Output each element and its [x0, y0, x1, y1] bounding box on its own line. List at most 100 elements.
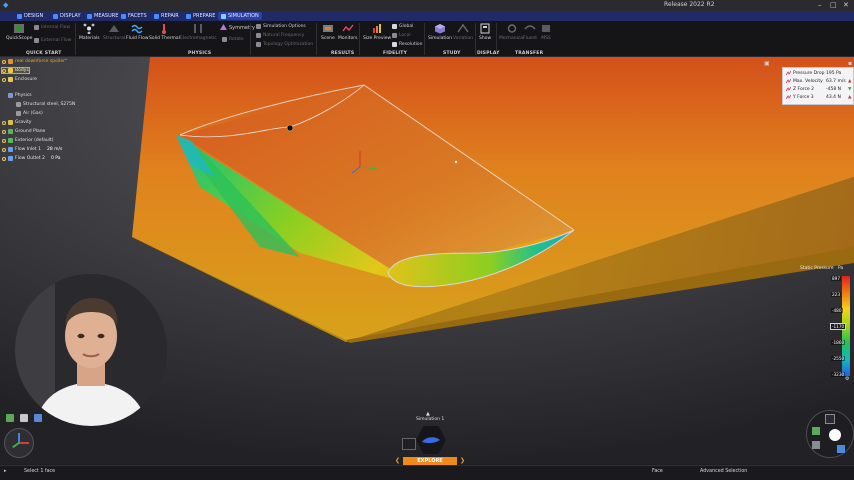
- next-mode-arrow[interactable]: ❯: [460, 457, 465, 465]
- tree-root[interactable]: real downforce spoiler*: [2, 59, 67, 64]
- legend-tick: -480: [831, 308, 843, 313]
- variation-button[interactable]: Variation: [453, 23, 473, 41]
- screenshot-icon[interactable]: ▣: [764, 60, 770, 67]
- tree-item-gravity[interactable]: Gravity: [2, 120, 31, 125]
- tree-item-physics[interactable]: Physics: [8, 93, 32, 98]
- trend-up-icon: ▲: [848, 95, 852, 100]
- visibility-icon[interactable]: [2, 156, 6, 161]
- tab-repair[interactable]: REPAIR: [151, 12, 182, 20]
- mechanical-button[interactable]: Mechanical: [499, 23, 524, 41]
- previous-mode-arrow[interactable]: ❮: [395, 457, 400, 465]
- mechanical-label: Mechanical: [499, 36, 525, 41]
- local-button[interactable]: Local: [392, 33, 411, 38]
- tab-design[interactable]: DESIGN: [14, 12, 46, 20]
- ribbon-separator: [316, 23, 317, 55]
- selection-filter[interactable]: Face: [652, 469, 663, 474]
- show-button[interactable]: Show: [479, 23, 491, 41]
- zoom-fit-icon[interactable]: [20, 414, 28, 422]
- materials-button[interactable]: Materials: [79, 23, 100, 41]
- monitor-row[interactable]: Max. Velocity 63.7 m/s ▲: [786, 79, 851, 84]
- simulation-name: Simulation 1: [416, 417, 445, 422]
- fluid-flow-button[interactable]: Fluid Flow: [126, 23, 149, 41]
- local-icon: [392, 33, 397, 38]
- zoom-icon[interactable]: [812, 441, 820, 449]
- visibility-icon[interactable]: [2, 59, 6, 64]
- trend-down-icon: ▼: [848, 87, 852, 92]
- visibility-icon[interactable]: [2, 147, 6, 152]
- tab-facets[interactable]: FACETS: [118, 12, 150, 20]
- maximize-button[interactable]: □: [830, 1, 837, 9]
- fluent-button[interactable]: Fluent: [523, 23, 537, 41]
- home-view-icon[interactable]: [6, 414, 14, 422]
- simulation-options-label: Simulation Options: [263, 24, 306, 29]
- legend-tick-selected[interactable]: -1170: [829, 323, 847, 330]
- legend-settings-icon[interactable]: ⚙: [845, 376, 849, 382]
- resolution-button[interactable]: Resolution: [392, 42, 423, 47]
- navigation-wheel[interactable]: [4, 428, 34, 458]
- tab-label: MEASURE: [94, 13, 119, 19]
- monitors-button[interactable]: Monitors: [338, 23, 357, 41]
- natural-frequency-button[interactable]: Natural Frequency: [256, 33, 304, 38]
- tab-simulation[interactable]: SIMULATION: [218, 12, 262, 20]
- physics-icon: [8, 93, 13, 98]
- structural-button[interactable]: Structural: [103, 23, 125, 41]
- tree-item-air[interactable]: Air (Gas): [16, 111, 43, 116]
- visibility-icon[interactable]: [2, 77, 6, 82]
- view-navigator[interactable]: [806, 410, 854, 458]
- visibility-icon[interactable]: [2, 138, 6, 143]
- topology-optimization-label: Topology Optimization: [263, 42, 314, 47]
- view-cube-top-icon[interactable]: [825, 414, 835, 424]
- advanced-selection[interactable]: Advanced Selection: [700, 469, 747, 474]
- enclosure-icon: [8, 77, 13, 82]
- explore-button[interactable]: EXPLORE: [403, 457, 457, 465]
- visibility-icon[interactable]: [2, 120, 6, 125]
- visibility-icon[interactable]: [2, 68, 6, 73]
- size-preview-button[interactable]: Size Preview: [363, 23, 391, 41]
- mss-button[interactable]: MSS: [540, 23, 552, 41]
- global-button[interactable]: Global: [392, 24, 413, 29]
- simulation-button[interactable]: Simulation: [428, 23, 452, 41]
- rotate-button[interactable]: Rotate: [222, 37, 244, 42]
- tab-prepare[interactable]: PREPARE: [183, 12, 218, 20]
- monitor-row[interactable]: Z Force 2 -458 N ▼: [786, 87, 851, 92]
- tree-item-material[interactable]: Structural steel, S275N: [16, 102, 75, 107]
- solid-thermal-button[interactable]: Solid Thermal: [149, 23, 180, 41]
- expand-up-icon[interactable]: ▲: [426, 411, 430, 417]
- electromagnetic-button[interactable]: Electromagnetic: [180, 23, 217, 41]
- tree-item-flow-outlet[interactable]: Flow Outlet 2 0 Pa: [2, 156, 61, 161]
- visibility-icon[interactable]: [2, 129, 6, 134]
- topology-optimization-button[interactable]: Topology Optimization: [256, 42, 313, 47]
- ribbon: QuickScope Internal Flow External Flow Q…: [0, 21, 854, 57]
- minimize-button[interactable]: –: [818, 1, 822, 9]
- view-cube-icon[interactable]: [34, 414, 42, 422]
- tab-display[interactable]: DISPLAY: [50, 12, 84, 20]
- quickscope-label: QuickScope: [6, 36, 33, 41]
- study-prev-icon[interactable]: [402, 438, 416, 450]
- rotate-view-icon[interactable]: [837, 445, 845, 453]
- scene-button[interactable]: Scene: [321, 23, 335, 41]
- tree-item-ground-plane[interactable]: Ground Plane: [2, 129, 45, 134]
- expand-icon[interactable]: ▪: [848, 60, 852, 67]
- global-label: Global: [399, 24, 414, 29]
- internal-flow-button[interactable]: Internal Flow: [34, 25, 70, 30]
- group-transfer: TRANSFER: [515, 51, 544, 56]
- simulation-options-button[interactable]: Simulation Options: [256, 24, 306, 29]
- orbit-icon[interactable]: [829, 429, 841, 441]
- variation-label: Variation: [453, 36, 473, 41]
- close-button[interactable]: ✕: [843, 1, 849, 9]
- quickscope-button[interactable]: QuickScope: [6, 23, 32, 41]
- tab-measure[interactable]: MEASURE: [84, 12, 121, 20]
- flow-inlet-icon: [8, 147, 13, 152]
- tree-item-flow-inlet[interactable]: Flow Inlet 1 28 m/s: [2, 147, 62, 152]
- tree-item-exterior[interactable]: Exterior (default): [2, 138, 54, 143]
- fluent-icon: [524, 25, 536, 30]
- app-menu-icon[interactable]: ◆: [3, 1, 8, 9]
- external-flow-button[interactable]: External Flow: [34, 38, 71, 43]
- legend-unit[interactable]: Pa: [838, 266, 843, 271]
- monitor-row[interactable]: Pressure Drop 195 Pa: [786, 71, 841, 76]
- tree-item-enclosure[interactable]: Enclosure: [2, 77, 37, 82]
- monitor-row[interactable]: Y Force 3 43.4 N ▲: [786, 95, 851, 100]
- tree-item-body1[interactable]: Body1: [0, 67, 31, 74]
- tab-label: DESIGN: [24, 13, 44, 19]
- pan-icon[interactable]: [812, 427, 820, 435]
